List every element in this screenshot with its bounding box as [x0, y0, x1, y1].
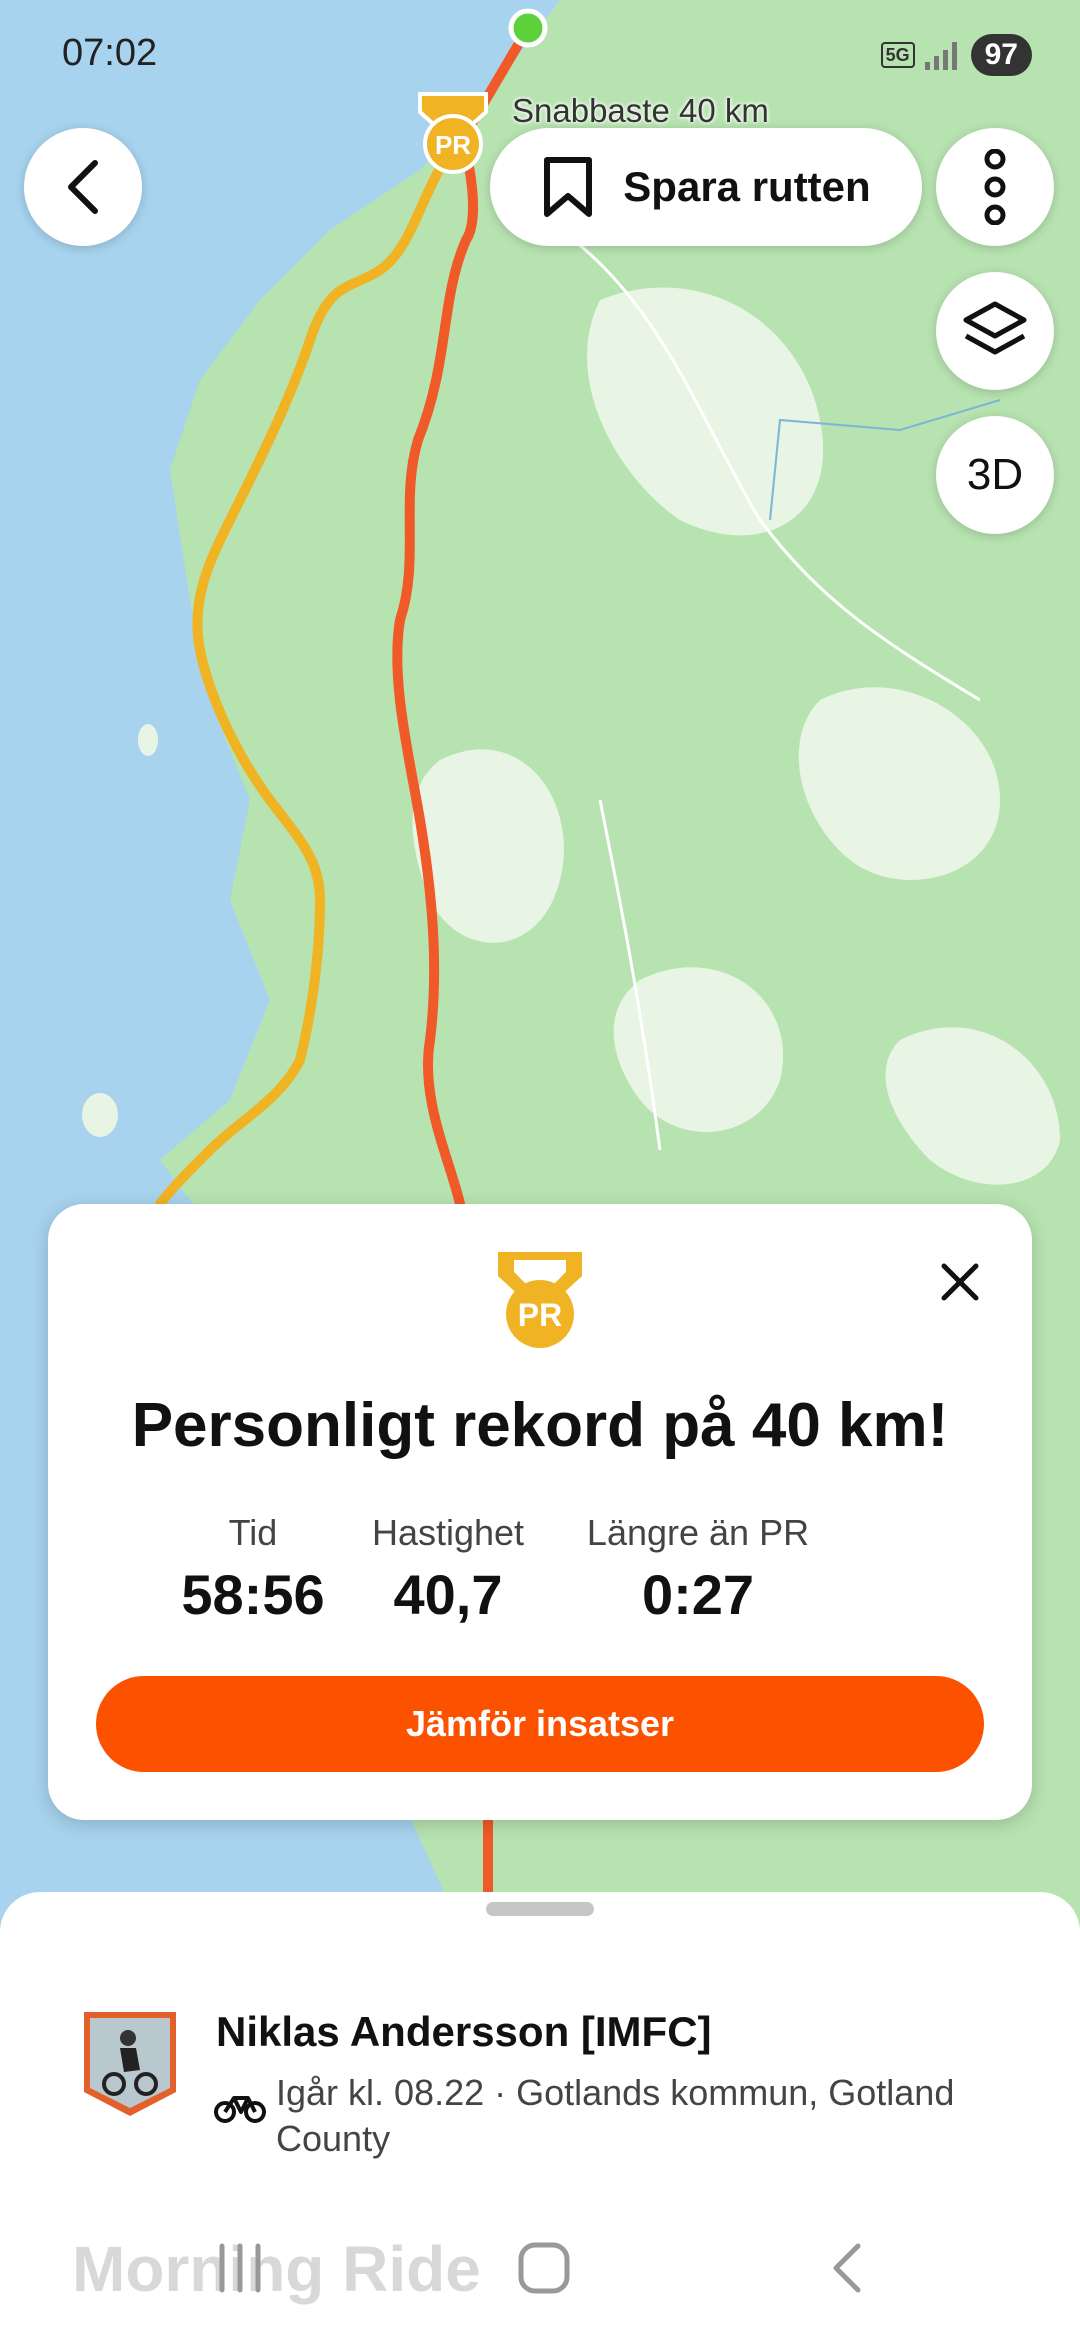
- more-vertical-icon: [984, 149, 1006, 225]
- islet: [82, 1093, 118, 1137]
- status-icons: 5G 97: [880, 34, 1032, 76]
- status-time: 07:02: [62, 32, 158, 74]
- athlete-name[interactable]: Niklas Andersson [IMFC]: [216, 2008, 712, 2056]
- 3d-label: 3D: [966, 450, 1024, 499]
- system-nav-bar: [0, 2220, 1080, 2340]
- signal-icon: [924, 40, 961, 70]
- save-route-label: Spara rutten: [623, 163, 871, 210]
- drag-handle[interactable]: [486, 1902, 594, 1916]
- layers-icon: [963, 301, 1027, 355]
- pr-medal-icon: PR: [498, 1252, 582, 1348]
- pr-segment-marker[interactable]: PR: [414, 88, 492, 178]
- map-layers-button[interactable]: [936, 272, 1054, 390]
- pr-medal-icon: PR: [418, 92, 488, 174]
- chevron-left-icon: [833, 2243, 861, 2293]
- 3d-view-button[interactable]: 3D: [936, 416, 1054, 534]
- bookmark-icon: [544, 157, 593, 217]
- stat-value: 0:27: [641, 1563, 755, 1626]
- stat-label: Hastighet: [371, 1512, 525, 1553]
- activity-meta: Igår kl. 08.22 · Gotlands kommun, Gotlan…: [276, 2072, 955, 2159]
- more-options-button[interactable]: [936, 128, 1054, 246]
- back-button[interactable]: [24, 128, 142, 246]
- save-route-button[interactable]: Spara rutten: [490, 128, 922, 246]
- close-button[interactable]: [936, 1258, 984, 1306]
- network-indicator: 5G: [880, 42, 915, 68]
- stat-label: Längre än PR: [586, 1512, 810, 1553]
- pr-card: PR Personligt rekord på 40 km! Tid 58:56…: [48, 1204, 1032, 1820]
- chevron-left-icon: [68, 160, 98, 214]
- islet: [138, 724, 158, 756]
- battery-level: 97: [970, 34, 1032, 76]
- home-icon: [518, 2242, 570, 2294]
- avatar[interactable]: [80, 2008, 180, 2118]
- stat-longer-than-pr: Längre än PR 0:27: [548, 1512, 848, 1627]
- start-marker: [508, 8, 548, 48]
- pr-title: Personligt rekord på 40 km!: [131, 1391, 949, 1460]
- stat-speed: Hastighet 40,7: [308, 1512, 588, 1627]
- pr-badge-text: PR: [518, 1297, 562, 1333]
- recents-button[interactable]: [214, 2240, 266, 2301]
- stat-value: 40,7: [393, 1563, 503, 1626]
- system-back-button[interactable]: [826, 2240, 870, 2301]
- compare-efforts-button[interactable]: Jämför insatser: [96, 1676, 984, 1772]
- home-button[interactable]: [514, 2240, 574, 2301]
- recents-icon: [219, 2243, 261, 2293]
- close-icon: [941, 1263, 979, 1301]
- bike-icon: [214, 2096, 266, 2123]
- pr-badge-text: PR: [435, 130, 471, 160]
- segment-label: Snabbaste 40 km: [512, 92, 769, 129]
